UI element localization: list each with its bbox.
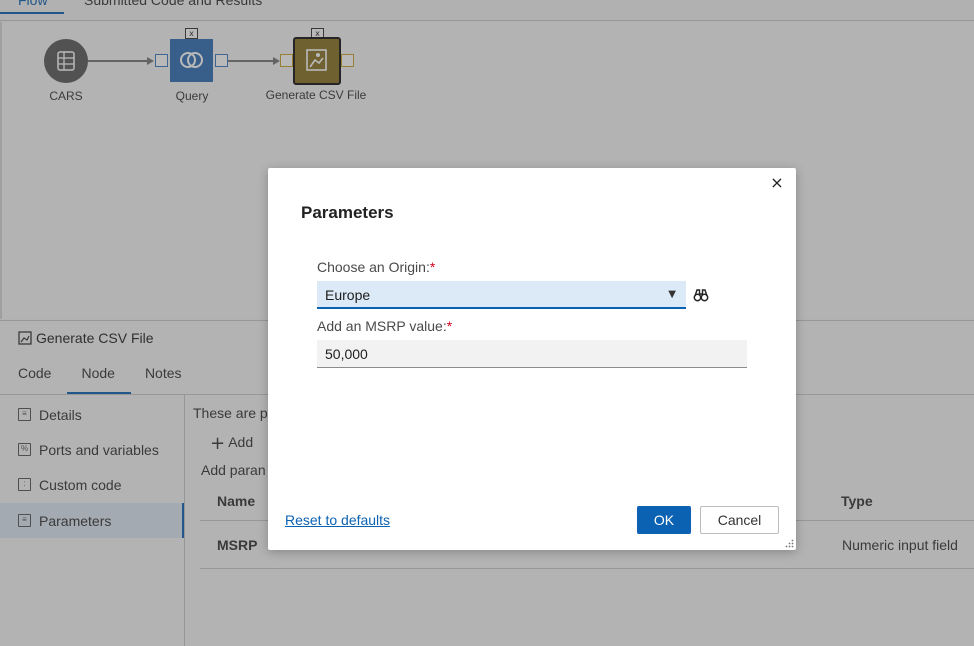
binoculars-icon[interactable] (693, 287, 709, 303)
msrp-label-text: Add an MSRP value: (317, 318, 447, 334)
msrp-input[interactable] (317, 340, 747, 368)
origin-select[interactable]: Europe ▼ (317, 281, 686, 309)
origin-select-value: Europe (325, 287, 371, 303)
reset-to-defaults-link[interactable]: Reset to defaults (285, 512, 390, 528)
origin-label: Choose an Origin:* (317, 259, 435, 275)
msrp-label: Add an MSRP value:* (317, 318, 452, 334)
required-marker: * (446, 318, 453, 334)
close-icon[interactable]: × (768, 174, 786, 192)
dialog-title: Parameters (301, 203, 394, 222)
ok-button[interactable]: OK (637, 506, 691, 534)
origin-label-text: Choose an Origin: (317, 259, 430, 275)
resize-grip-icon[interactable] (785, 539, 794, 548)
required-marker: * (429, 259, 436, 275)
chevron-down-icon: ▼ (668, 289, 676, 300)
parameters-dialog: × Parameters Choose an Origin:* Europe ▼… (268, 168, 796, 550)
cancel-button[interactable]: Cancel (700, 506, 779, 534)
